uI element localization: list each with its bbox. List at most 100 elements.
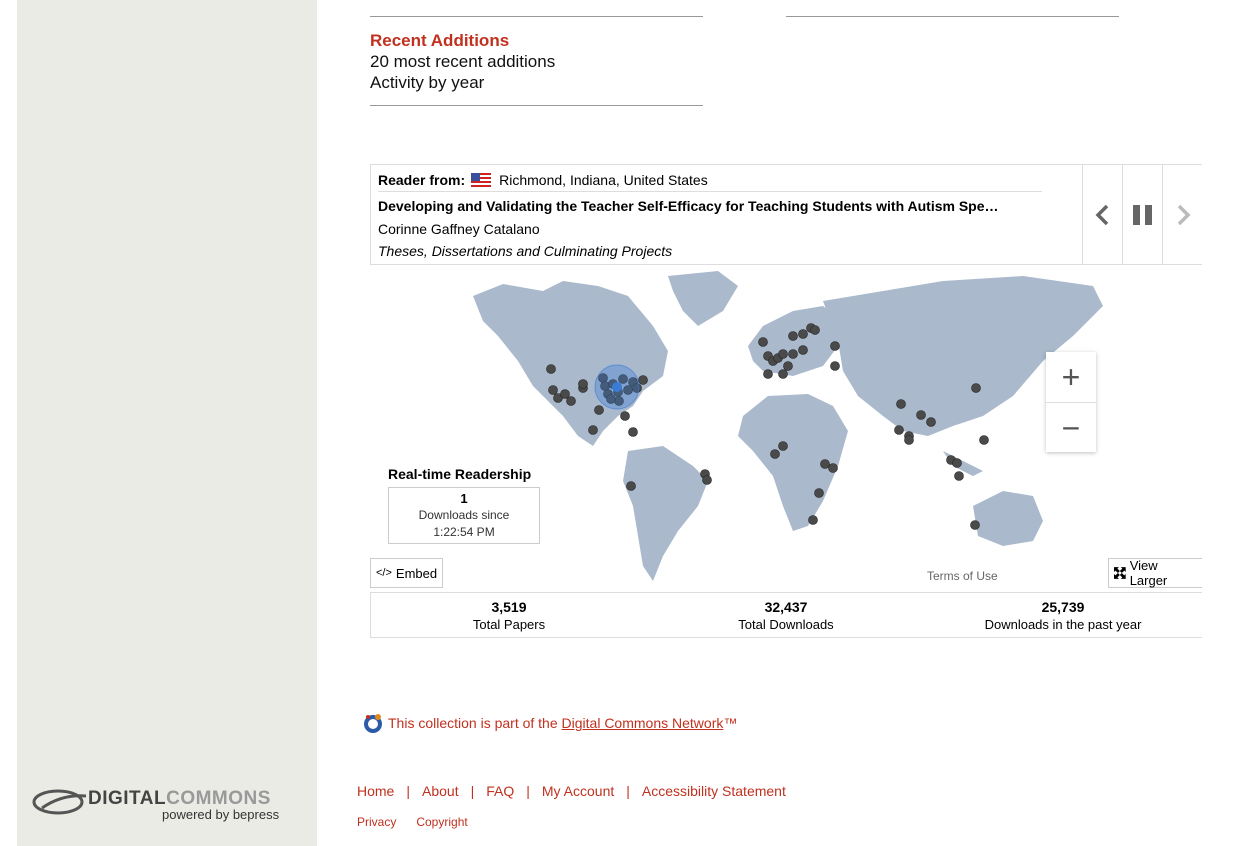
- left-sidebar: [17, 0, 317, 846]
- recent-additions-heading: Recent Additions: [370, 31, 510, 50]
- digital-commons-logo[interactable]: DIGITALCOMMONS powered by bepress: [32, 786, 294, 826]
- current-reader-dot: [612, 382, 622, 392]
- land-south-america: [623, 446, 708, 581]
- footer-link-about[interactable]: About: [422, 783, 459, 799]
- reader-location-dot: [566, 396, 576, 406]
- reader-author: Corinne Gaffney Catalano: [378, 221, 540, 237]
- reader-location-dot: [904, 435, 914, 445]
- next-button[interactable]: [1162, 165, 1203, 264]
- footer-nav: Home | About | FAQ | My Account | Accessibility …: [357, 783, 786, 799]
- reader-location-dot: [578, 379, 588, 389]
- divider: [786, 16, 1119, 17]
- embed-label: Embed: [395, 565, 438, 581]
- reader-separator: [378, 191, 1042, 192]
- footer-small-links: Privacy Copyright: [357, 815, 468, 829]
- land-africa: [738, 394, 848, 531]
- reader-location-dot: [894, 425, 904, 435]
- pause-button[interactable]: [1122, 165, 1163, 264]
- digital-commons-network-link[interactable]: Digital Commons Network: [562, 715, 724, 731]
- reader-location-dot: [896, 399, 906, 409]
- reader-location-dot: [970, 520, 980, 530]
- divider: [370, 105, 703, 106]
- network-suffix: ™: [723, 715, 738, 731]
- zoom-out-button[interactable]: −: [1046, 403, 1096, 453]
- stat-total-papers: 3,519 Total Papers: [472, 599, 546, 632]
- chevron-right-icon: [1177, 204, 1191, 225]
- reader-location-dot: [798, 329, 808, 339]
- footer-link-faq[interactable]: FAQ: [486, 783, 514, 799]
- reader-location-dot: [971, 383, 981, 393]
- logo-tagline: powered by bepress: [162, 807, 280, 822]
- view-larger-label: View Larger: [1129, 558, 1168, 588]
- view-larger-button[interactable]: View Larger: [1108, 558, 1202, 588]
- footer-link-accessibility[interactable]: Accessibility Statement: [642, 783, 786, 799]
- divider: [370, 16, 703, 17]
- previous-button[interactable]: [1082, 165, 1123, 264]
- reader-location-dot: [954, 471, 964, 481]
- reader-location-dot: [628, 427, 638, 437]
- realtime-line1: Downloads since: [418, 508, 510, 522]
- reader-location-dot: [952, 458, 962, 468]
- reader-location-dot: [810, 325, 820, 335]
- logo-swoosh-icon: [32, 789, 87, 815]
- code-icon: </>: [376, 567, 392, 579]
- stats-bar: 3,519 Total Papers 32,437 Total Downloads …: [370, 592, 1202, 638]
- reader-location-dot: [788, 349, 798, 359]
- reader-location-dot: [702, 475, 712, 485]
- pause-icon: [1133, 204, 1152, 225]
- expand-icon: [1114, 567, 1126, 579]
- digital-commons-network-icon: [364, 714, 382, 733]
- reader-from-label: Reader from:: [378, 172, 466, 188]
- footer-link-home[interactable]: Home: [357, 783, 394, 799]
- terms-of-use-link[interactable]: Terms of Use: [921, 566, 1004, 586]
- activity-by-year-link[interactable]: Activity by year: [370, 73, 484, 93]
- reader-location-dot: [830, 361, 840, 371]
- reader-location-dot: [548, 385, 558, 395]
- reader-location-dot: [588, 425, 598, 435]
- realtime-count: 1: [460, 491, 468, 506]
- reader-collection[interactable]: Theses, Dissertations and Culminating Pr…: [378, 243, 672, 259]
- land-greenland: [668, 271, 738, 326]
- zoom-in-button[interactable]: +: [1046, 352, 1096, 403]
- stat-total-downloads: 32,437 Total Downloads: [738, 599, 834, 632]
- reader-location-dot: [626, 481, 636, 491]
- reader-location-dot: [778, 369, 788, 379]
- reader-location-dot: [798, 345, 808, 355]
- reader-location-dot: [778, 441, 788, 451]
- reader-location-dot: [758, 337, 768, 347]
- reader-location-dot: [620, 411, 630, 421]
- reader-location-dot: [783, 361, 793, 371]
- reader-location-dot: [830, 341, 840, 351]
- reader-location-dot: [808, 515, 818, 525]
- reader-location: Richmond, Indiana, United States: [499, 172, 708, 188]
- reader-location-dot: [820, 459, 830, 469]
- realtime-readership-box: 1 Downloads since 1:22:54 PM: [388, 487, 540, 544]
- stat-downloads-past-year: 25,739 Downloads in the past year: [984, 599, 1142, 632]
- reader-location-dot: [828, 463, 838, 473]
- reader-paper-title[interactable]: Developing and Validating the Teacher Se…: [378, 198, 999, 214]
- chevron-left-icon: [1095, 204, 1109, 225]
- map-land: [473, 271, 1103, 581]
- reader-panel: Reader from: Richmond, Indiana, United St…: [370, 164, 1202, 265]
- reader-location-dot: [926, 417, 936, 427]
- network-notice: This collection is part of the Digital C…: [362, 712, 737, 734]
- realtime-readership-title: Real-time Readership: [388, 466, 532, 482]
- reader-location-dot: [594, 405, 604, 415]
- reader-location-dot: [916, 410, 926, 420]
- footer-link-privacy[interactable]: Privacy: [357, 815, 396, 829]
- network-prefix: This collection is part of the: [388, 715, 562, 731]
- reader-from: Reader from: Richmond, Indiana, United St…: [378, 172, 708, 188]
- reader-location-dot: [638, 375, 648, 385]
- recent-additions-link[interactable]: 20 most recent additions: [370, 52, 555, 72]
- reader-location-dot: [788, 331, 798, 341]
- us-flag-icon: [471, 173, 492, 187]
- realtime-line2: 1:22:54 PM: [433, 525, 495, 539]
- land-australia: [973, 491, 1043, 546]
- readership-world-map[interactable]: [463, 266, 1106, 584]
- footer-link-copyright[interactable]: Copyright: [416, 815, 467, 829]
- footer-link-my-account[interactable]: My Account: [542, 783, 614, 799]
- land-north-america: [473, 281, 668, 446]
- embed-button[interactable]: </> Embed: [370, 558, 444, 588]
- reader-location-dot: [979, 435, 989, 445]
- reader-location-dot: [814, 488, 824, 498]
